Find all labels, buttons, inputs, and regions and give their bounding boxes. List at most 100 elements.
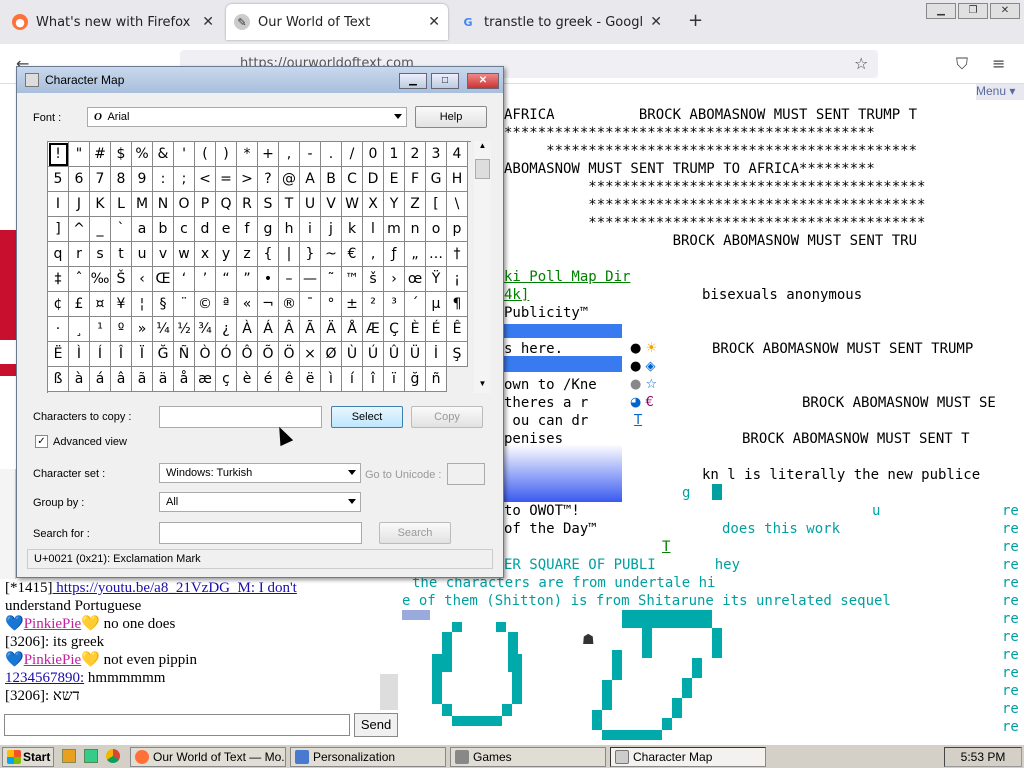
- char-cell[interactable]: Û: [384, 342, 405, 367]
- close-icon[interactable]: ✕: [194, 14, 214, 30]
- char-cell[interactable]: ¦: [132, 292, 153, 317]
- char-cell[interactable]: x: [195, 242, 216, 267]
- char-cell[interactable]: b: [153, 217, 174, 242]
- char-cell[interactable]: ì: [321, 367, 342, 392]
- char-cell[interactable]: p: [447, 217, 468, 242]
- close-icon[interactable]: ✕: [420, 14, 440, 30]
- char-cell[interactable]: V: [321, 192, 342, 217]
- taskbar-item-character-map[interactable]: Character Map: [610, 747, 766, 767]
- char-cell[interactable]: 7: [90, 167, 111, 192]
- char-cell[interactable]: N: [153, 192, 174, 217]
- char-cell[interactable]: í: [342, 367, 363, 392]
- char-cell[interactable]: $: [111, 142, 132, 167]
- char-cell[interactable]: j: [321, 217, 342, 242]
- send-button[interactable]: Send: [354, 713, 398, 737]
- char-cell[interactable]: á: [90, 367, 111, 392]
- char-cell[interactable]: ”: [237, 267, 258, 292]
- window-titlebar[interactable]: Character Map ▁ □ ✕: [17, 67, 503, 93]
- char-cell[interactable]: Ì: [69, 342, 90, 367]
- char-cell[interactable]: T: [279, 192, 300, 217]
- tab-firefox-whatsnew[interactable]: ● What's new with Firefox - More ✕: [4, 4, 222, 40]
- files-icon[interactable]: [84, 749, 98, 763]
- tab-our-world-of-text[interactable]: ✎ Our World of Text ✕: [226, 4, 448, 40]
- char-cell[interactable]: ¡: [447, 267, 468, 292]
- char-cell[interactable]: İ: [426, 342, 447, 367]
- char-cell[interactable]: …: [426, 242, 447, 267]
- char-cell[interactable]: ": [69, 142, 90, 167]
- char-cell[interactable]: Ş: [447, 342, 468, 367]
- char-cell[interactable]: •: [258, 267, 279, 292]
- char-cell[interactable]: “: [216, 267, 237, 292]
- help-button[interactable]: Help: [415, 106, 487, 128]
- char-cell[interactable]: ~: [321, 242, 342, 267]
- char-cell[interactable]: ¿: [216, 317, 237, 342]
- char-cell[interactable]: —: [300, 267, 321, 292]
- hamburger-menu-icon[interactable]: ≡: [992, 54, 1005, 73]
- char-cell[interactable]: Ñ: [174, 342, 195, 367]
- username[interactable]: PinkiePie: [24, 652, 82, 668]
- char-cell[interactable]: I: [48, 192, 69, 217]
- char-cell[interactable]: |: [279, 242, 300, 267]
- char-cell[interactable]: å: [174, 367, 195, 392]
- char-cell[interactable]: 4: [447, 142, 468, 167]
- char-cell[interactable]: @: [279, 167, 300, 192]
- char-cell[interactable]: À: [237, 317, 258, 342]
- char-cell[interactable]: W: [342, 192, 363, 217]
- char-cell[interactable]: €: [342, 242, 363, 267]
- taskbar-item-personalization[interactable]: Personalization: [290, 747, 446, 767]
- char-cell[interactable]: H: [447, 167, 468, 192]
- char-cell[interactable]: n: [405, 217, 426, 242]
- char-cell[interactable]: g: [258, 217, 279, 242]
- char-cell[interactable]: ×: [300, 342, 321, 367]
- char-cell[interactable]: >: [237, 167, 258, 192]
- window-close-button[interactable]: ✕: [990, 3, 1020, 19]
- char-cell[interactable]: M: [132, 192, 153, 217]
- char-cell[interactable]: Ø: [321, 342, 342, 367]
- char-cell[interactable]: 3: [426, 142, 447, 167]
- chat-scrollbar[interactable]: [380, 674, 398, 710]
- char-cell[interactable]: è: [237, 367, 258, 392]
- char-cell[interactable]: h: [279, 217, 300, 242]
- char-cell[interactable]: Õ: [258, 342, 279, 367]
- char-cell[interactable]: ‰: [90, 267, 111, 292]
- char-cell[interactable]: ]: [48, 217, 69, 242]
- maximize-button[interactable]: ❐: [958, 3, 988, 19]
- char-cell[interactable]: 5: [48, 167, 69, 192]
- char-cell[interactable]: D: [363, 167, 384, 192]
- char-cell[interactable]: Í: [90, 342, 111, 367]
- char-cell[interactable]: ›: [384, 267, 405, 292]
- char-cell[interactable]: =: [216, 167, 237, 192]
- explorer-icon[interactable]: [62, 749, 76, 763]
- copy-button[interactable]: Copy: [411, 406, 483, 428]
- close-icon[interactable]: ✕: [642, 14, 662, 30]
- char-cell[interactable]: ;: [174, 167, 195, 192]
- char-cell[interactable]: Ï: [132, 342, 153, 367]
- char-cell[interactable]: s: [90, 242, 111, 267]
- chars-to-copy-input[interactable]: [159, 406, 322, 428]
- char-cell[interactable]: Z: [405, 192, 426, 217]
- char-cell[interactable]: ê: [279, 367, 300, 392]
- character-grid[interactable]: ! " # $% & '() * +, -./0 1 2 3 4 5 6 7 8 9:; < = >? @ A B C D E F G H…: [47, 141, 471, 393]
- char-cell[interactable]: ': [174, 142, 195, 167]
- pocket-icon[interactable]: ⛉: [956, 54, 968, 74]
- search-button[interactable]: Search: [379, 522, 451, 544]
- char-cell[interactable]: Y: [384, 192, 405, 217]
- char-cell[interactable]: #: [90, 142, 111, 167]
- char-cell[interactable]: ¨: [174, 292, 195, 317]
- char-cell[interactable]: ñ: [426, 367, 447, 392]
- grid-scrollbar[interactable]: ▲ ▼: [474, 141, 491, 393]
- char-cell[interactable]: à: [69, 367, 90, 392]
- char-cell[interactable]: }: [300, 242, 321, 267]
- scroll-up-icon[interactable]: ▲: [474, 141, 491, 155]
- char-cell[interactable]: P: [195, 192, 216, 217]
- char-cell[interactable]: i: [300, 217, 321, 242]
- char-cell[interactable]: S: [258, 192, 279, 217]
- char-cell[interactable]: §: [153, 292, 174, 317]
- char-cell[interactable]: v: [153, 242, 174, 267]
- char-cell[interactable]: ¯: [300, 292, 321, 317]
- char-cell[interactable]: E: [384, 167, 405, 192]
- char-cell[interactable]: Á: [258, 317, 279, 342]
- char-cell[interactable]: k: [342, 217, 363, 242]
- char-cell[interactable]: B: [321, 167, 342, 192]
- char-cell[interactable]: ³: [384, 292, 405, 317]
